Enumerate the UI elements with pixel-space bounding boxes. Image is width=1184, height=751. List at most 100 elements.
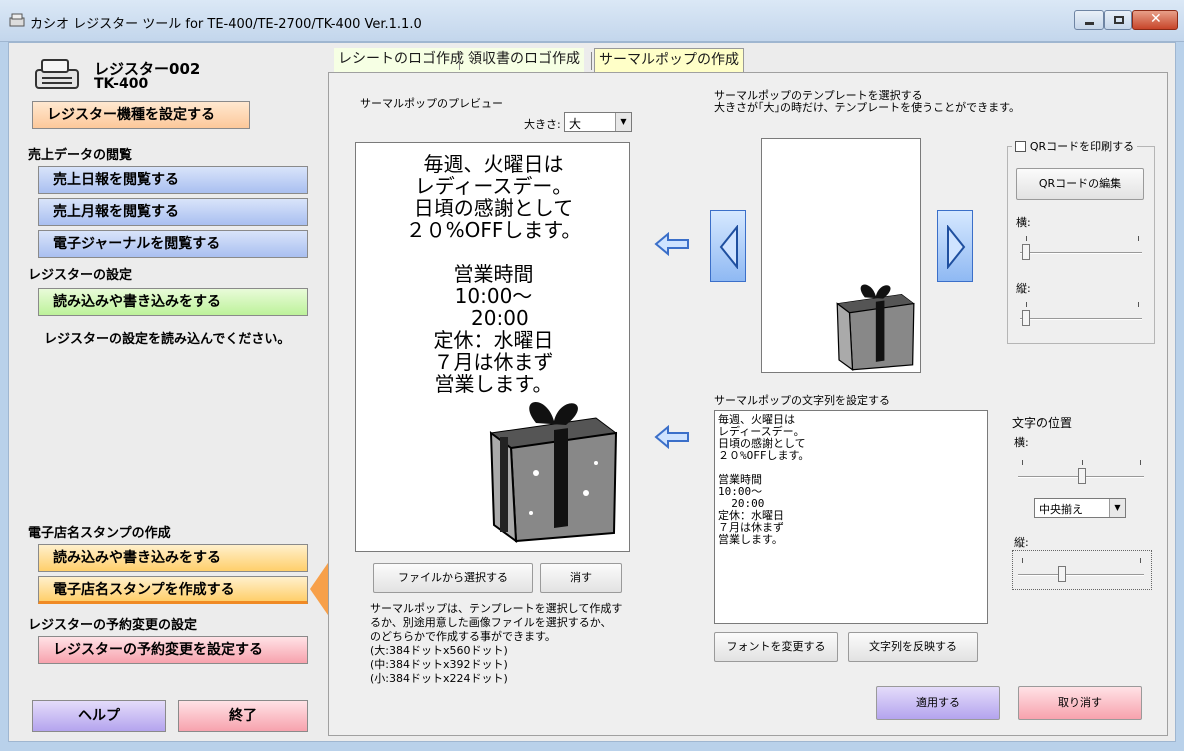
qr-vertical-thumb[interactable]	[1022, 310, 1030, 326]
read-write-button[interactable]: 読み込みや書き込みをする	[38, 288, 308, 316]
tab-divider	[591, 52, 592, 70]
note-line: サーマルポップは、テンプレートを選択して作成す	[370, 602, 623, 615]
preview-canvas: 毎週、火曜日は レディースデー。 日頃の感謝として ２０%OFFします。 営業時…	[355, 142, 630, 552]
apply-button[interactable]: 適用する	[876, 686, 1000, 720]
note-line: のどちらかで作成する事ができます。	[370, 630, 556, 643]
position-vertical-track[interactable]	[1018, 574, 1144, 576]
slider-tick	[1026, 302, 1027, 307]
preview-line	[356, 241, 631, 263]
slider-tick	[1140, 558, 1141, 563]
set-model-button[interactable]: レジスター機種を設定する	[32, 101, 250, 129]
monthly-report-button[interactable]: 売上月報を閲覧する	[38, 198, 308, 226]
reservation-button[interactable]: レジスターの予約変更を設定する	[38, 636, 308, 664]
align-value: 中央揃え	[1039, 503, 1083, 516]
text-content-input[interactable]: 毎週、火曜日は レディースデー。 日頃の感謝として ２０%OFFします。 営業時…	[714, 410, 988, 624]
qr-horizontal-label: 横:	[1016, 216, 1031, 229]
qr-checkbox-row[interactable]: QRコードを印刷する	[1012, 138, 1138, 154]
qr-edit-button[interactable]: QRコードの編集	[1016, 168, 1144, 200]
size-label: 大きさ:	[524, 118, 561, 131]
stamp-section-title: 電子店名スタンプの作成	[28, 526, 171, 541]
preview-line: ７月は休まず	[433, 350, 554, 374]
triangle-right-icon	[947, 225, 966, 269]
exit-button[interactable]: 終了	[178, 700, 308, 732]
note-line: (大:384ドットx560ドット)	[370, 644, 508, 657]
close-button[interactable]: ✕	[1132, 10, 1178, 30]
qr-print-label: QRコードを印刷する	[1029, 140, 1135, 153]
stamp-read-write-button[interactable]: 読み込みや書き込みをする	[38, 544, 308, 572]
position-heading: 文字の位置	[1012, 416, 1073, 430]
slider-tick	[1082, 460, 1083, 465]
preview-text: 毎週、火曜日は レディースデー。 日頃の感謝として ２０%OFFします。 営業時…	[356, 153, 631, 395]
maximize-icon	[1114, 16, 1124, 24]
preview-line: 毎週、火曜日は	[423, 152, 564, 176]
align-select[interactable]: 中央揃え ▼	[1034, 498, 1126, 518]
template-heading: サーマルポップのテンプレートを選択する 大きさが｢大｣の時だけ、テンプレートを使…	[714, 90, 1020, 114]
preview-line: 定休：水曜日	[433, 328, 554, 352]
qr-horizontal-thumb[interactable]	[1022, 244, 1030, 260]
template-thumbnail	[761, 138, 921, 373]
position-vertical-label: 縦:	[1014, 536, 1029, 549]
arrow-left-icon	[654, 232, 689, 256]
tab-invoice-logo[interactable]: 領収書のロゴ作成	[464, 48, 584, 72]
template-prev-button[interactable]	[710, 210, 746, 282]
help-button[interactable]: ヘルプ	[32, 700, 166, 732]
preview-notes: サーマルポップは、テンプレートを選択して作成す るか、別途用意した画像ファイルを…	[370, 602, 622, 686]
close-icon: ✕	[1150, 11, 1162, 27]
chevron-down-icon: ▼	[615, 113, 631, 131]
app-icon	[9, 13, 25, 27]
position-vertical-slider[interactable]	[1012, 550, 1152, 590]
qr-checkbox[interactable]	[1015, 140, 1026, 152]
preview-heading: サーマルポップのプレビュー	[360, 97, 503, 110]
gift-box-image	[836, 284, 915, 371]
journal-button[interactable]: 電子ジャーナルを閲覧する	[38, 230, 308, 258]
preview-line: 営業します。	[434, 372, 553, 396]
chevron-down-icon: ▼	[1109, 499, 1125, 517]
note-line: (小:384ドットx224ドット)	[370, 672, 508, 685]
gift-box-image	[489, 402, 618, 543]
select-file-button[interactable]: ファイルから選択する	[373, 563, 533, 593]
note-line: (中:384ドットx392ドット)	[370, 658, 508, 671]
tab-receipt-logo[interactable]: レシートのロゴ作成	[334, 48, 468, 72]
slider-tick	[1138, 302, 1139, 307]
settings-hint: レジスターの設定を読み込んでください。	[44, 332, 291, 347]
qr-vertical-track[interactable]	[1020, 318, 1142, 320]
daily-report-button[interactable]: 売上日報を閲覧する	[38, 166, 308, 194]
qr-vertical-label: 縦:	[1016, 282, 1031, 295]
position-horizontal-thumb[interactable]	[1078, 468, 1086, 484]
tab-thermal-pop[interactable]: サーマルポップの作成	[594, 48, 744, 72]
slider-tick	[1022, 558, 1023, 563]
template-heading-line: 大きさが｢大｣の時だけ、テンプレートを使うことができます。	[714, 101, 1021, 114]
preview-line: 20:00	[458, 306, 529, 330]
reservation-section-title: レジスターの予約変更の設定	[28, 618, 198, 633]
slider-tick	[1140, 460, 1141, 465]
clear-button[interactable]: 消す	[540, 563, 622, 593]
template-next-button[interactable]	[937, 210, 973, 282]
size-select[interactable]: 大 ▼	[564, 112, 632, 132]
selected-indicator-arrow	[310, 560, 330, 618]
font-change-button[interactable]: フォントを変更する	[714, 632, 838, 662]
apply-text-button[interactable]: 文字列を反映する	[848, 632, 978, 662]
slider-tick	[1022, 460, 1023, 465]
cancel-button[interactable]: 取り消す	[1018, 686, 1142, 720]
register-icon	[35, 59, 79, 89]
arrow-left-icon	[654, 425, 689, 449]
preview-line: 営業時間	[453, 262, 534, 286]
preview-line: 10:00～	[454, 284, 533, 308]
preview-line: レディースデー。	[414, 174, 573, 198]
sales-section-title: 売上データの閲覧	[28, 148, 133, 163]
tab-divider	[459, 52, 460, 70]
note-line: るか、別途用意した画像ファイルを選択するか、	[370, 616, 612, 629]
minimize-button[interactable]	[1074, 10, 1104, 30]
stamp-create-button[interactable]: 電子店名スタンプを作成する	[38, 576, 308, 604]
preview-line: 日頃の感謝として	[413, 196, 574, 220]
slider-tick	[1138, 236, 1139, 241]
preview-line: ２０%OFFします。	[405, 218, 582, 242]
size-value: 大	[569, 117, 582, 131]
settings-section-title: レジスターの設定	[28, 268, 133, 283]
triangle-left-icon	[719, 225, 738, 269]
title-bar: カシオ レジスター ツール for TE-400/TE-2700/TK-400 …	[0, 0, 1184, 42]
position-vertical-thumb[interactable]	[1058, 566, 1066, 582]
maximize-button[interactable]	[1104, 10, 1132, 30]
minimize-icon	[1085, 22, 1094, 25]
qr-horizontal-track[interactable]	[1020, 252, 1142, 254]
